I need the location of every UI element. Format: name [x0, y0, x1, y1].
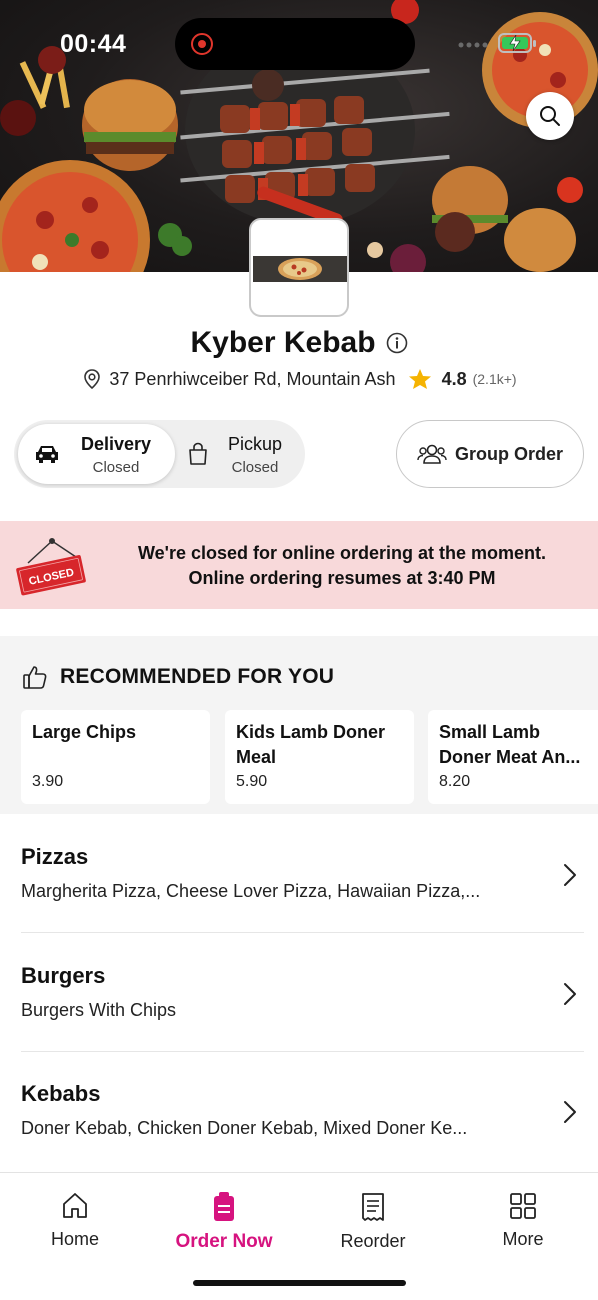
closed-banner: CLOSED We're closed for online ordering …: [0, 521, 598, 609]
recording-icon: [191, 33, 213, 55]
category-row-burgers[interactable]: Burgers Burgers With Chips: [0, 933, 598, 1051]
category-title: Burgers: [21, 963, 106, 988]
star-icon: [408, 369, 431, 389]
nav-label: Reorder: [340, 1231, 406, 1251]
recommended-item[interactable]: Kids Lamb Doner Meal 5.90: [225, 710, 414, 804]
recommended-item[interactable]: Large Chips 3.90: [21, 710, 210, 804]
recommended-item-price: 3.90: [32, 773, 64, 790]
recommended-item-name: Kids Lamb Doner Meal: [236, 722, 386, 767]
recommended-item-price: 8.20: [439, 773, 471, 790]
category-items: Burgers With Chips: [21, 1000, 177, 1020]
group-people-icon: [417, 444, 447, 464]
recommended-item-price: 5.90: [236, 773, 268, 790]
group-order-label: Group Order: [454, 443, 563, 464]
restaurant-address: 37 Penrhiwceiber Rd, Mountain Ash: [109, 368, 396, 389]
nav-label: More: [502, 1229, 544, 1249]
location-pin-icon: [84, 369, 101, 390]
delivery-option[interactable]: Delivery Closed: [18, 424, 175, 484]
shopping-bag-icon: [189, 442, 207, 465]
closed-sign-icon: CLOSED: [16, 538, 86, 596]
receipt-icon: [362, 1193, 384, 1221]
chevron-right-icon: [564, 983, 576, 1005]
nav-order-now[interactable]: Order Now: [164, 1191, 284, 1253]
home-indicator: [193, 1280, 406, 1286]
recommended-item-name: Large Chips: [32, 722, 137, 742]
category-items: Doner Kebab, Chicken Doner Kebab, Mixed …: [21, 1118, 468, 1138]
info-icon[interactable]: [386, 332, 408, 354]
recommended-title: RECOMMENDED FOR YOU: [60, 665, 335, 688]
category-row-pizzas[interactable]: Pizzas Margherita Pizza, Cheese Lover Pi…: [0, 814, 598, 932]
address-row: 37 Penrhiwceiber Rd, Mountain Ash 4.8 (2…: [0, 368, 598, 390]
recommended-section: RECOMMENDED FOR YOU Large Chips 3.90 Kid…: [0, 636, 598, 814]
car-icon: [36, 446, 58, 463]
closed-message-line2: Online ordering resumes at 3:40 PM: [188, 568, 496, 588]
nav-reorder[interactable]: Reorder: [313, 1191, 433, 1252]
restaurant-header: Kyber Kebab: [0, 326, 598, 360]
pickup-status: Closed: [231, 459, 279, 476]
recommended-item-name: Small Lamb Doner Meat An...: [439, 722, 581, 767]
restaurant-logo: [249, 218, 349, 317]
nav-label: Order Now: [175, 1231, 273, 1252]
search-icon: [540, 106, 560, 126]
pizza-logo-icon: [278, 258, 322, 280]
chevron-right-icon: [564, 1101, 576, 1123]
category-items: Margherita Pizza, Cheese Lover Pizza, Ha…: [21, 881, 481, 901]
signal-icon: [458, 42, 488, 48]
recommended-item[interactable]: Small Lamb Doner Meat An... 8.20: [428, 710, 598, 804]
chevron-right-icon: [564, 864, 576, 886]
restaurant-name: Kyber Kebab: [190, 326, 376, 359]
category-title: Kebabs: [21, 1081, 101, 1106]
status-time: 00:44: [60, 30, 127, 58]
pickup-label: Pickup: [227, 434, 283, 454]
thumbs-up-icon: [23, 666, 47, 689]
battery-icon: [498, 33, 536, 53]
nav-more[interactable]: More: [463, 1191, 583, 1250]
order-icon: [214, 1192, 234, 1221]
category-row-kebabs[interactable]: Kebabs Doner Kebab, Chicken Doner Kebab,…: [0, 1051, 598, 1169]
pickup-option[interactable]: Pickup Closed: [179, 424, 301, 484]
nav-label: Home: [50, 1229, 99, 1249]
search-button[interactable]: [526, 92, 574, 140]
nav-home[interactable]: Home: [15, 1191, 135, 1250]
delivery-label: Delivery: [80, 434, 152, 454]
rating-count: (2.1k+): [472, 371, 517, 387]
group-order-button[interactable]: Group Order: [396, 420, 584, 488]
order-mode-toggle: Delivery Closed Pickup Closed: [14, 420, 305, 488]
rating-value: 4.8: [441, 368, 467, 389]
closed-message-line1: We're closed for online ordering at the …: [137, 543, 546, 563]
dynamic-island: [175, 18, 415, 70]
delivery-status: Closed: [92, 459, 140, 476]
category-title: Pizzas: [21, 844, 89, 869]
home-icon: [63, 1193, 87, 1218]
grid-icon: [510, 1193, 536, 1219]
